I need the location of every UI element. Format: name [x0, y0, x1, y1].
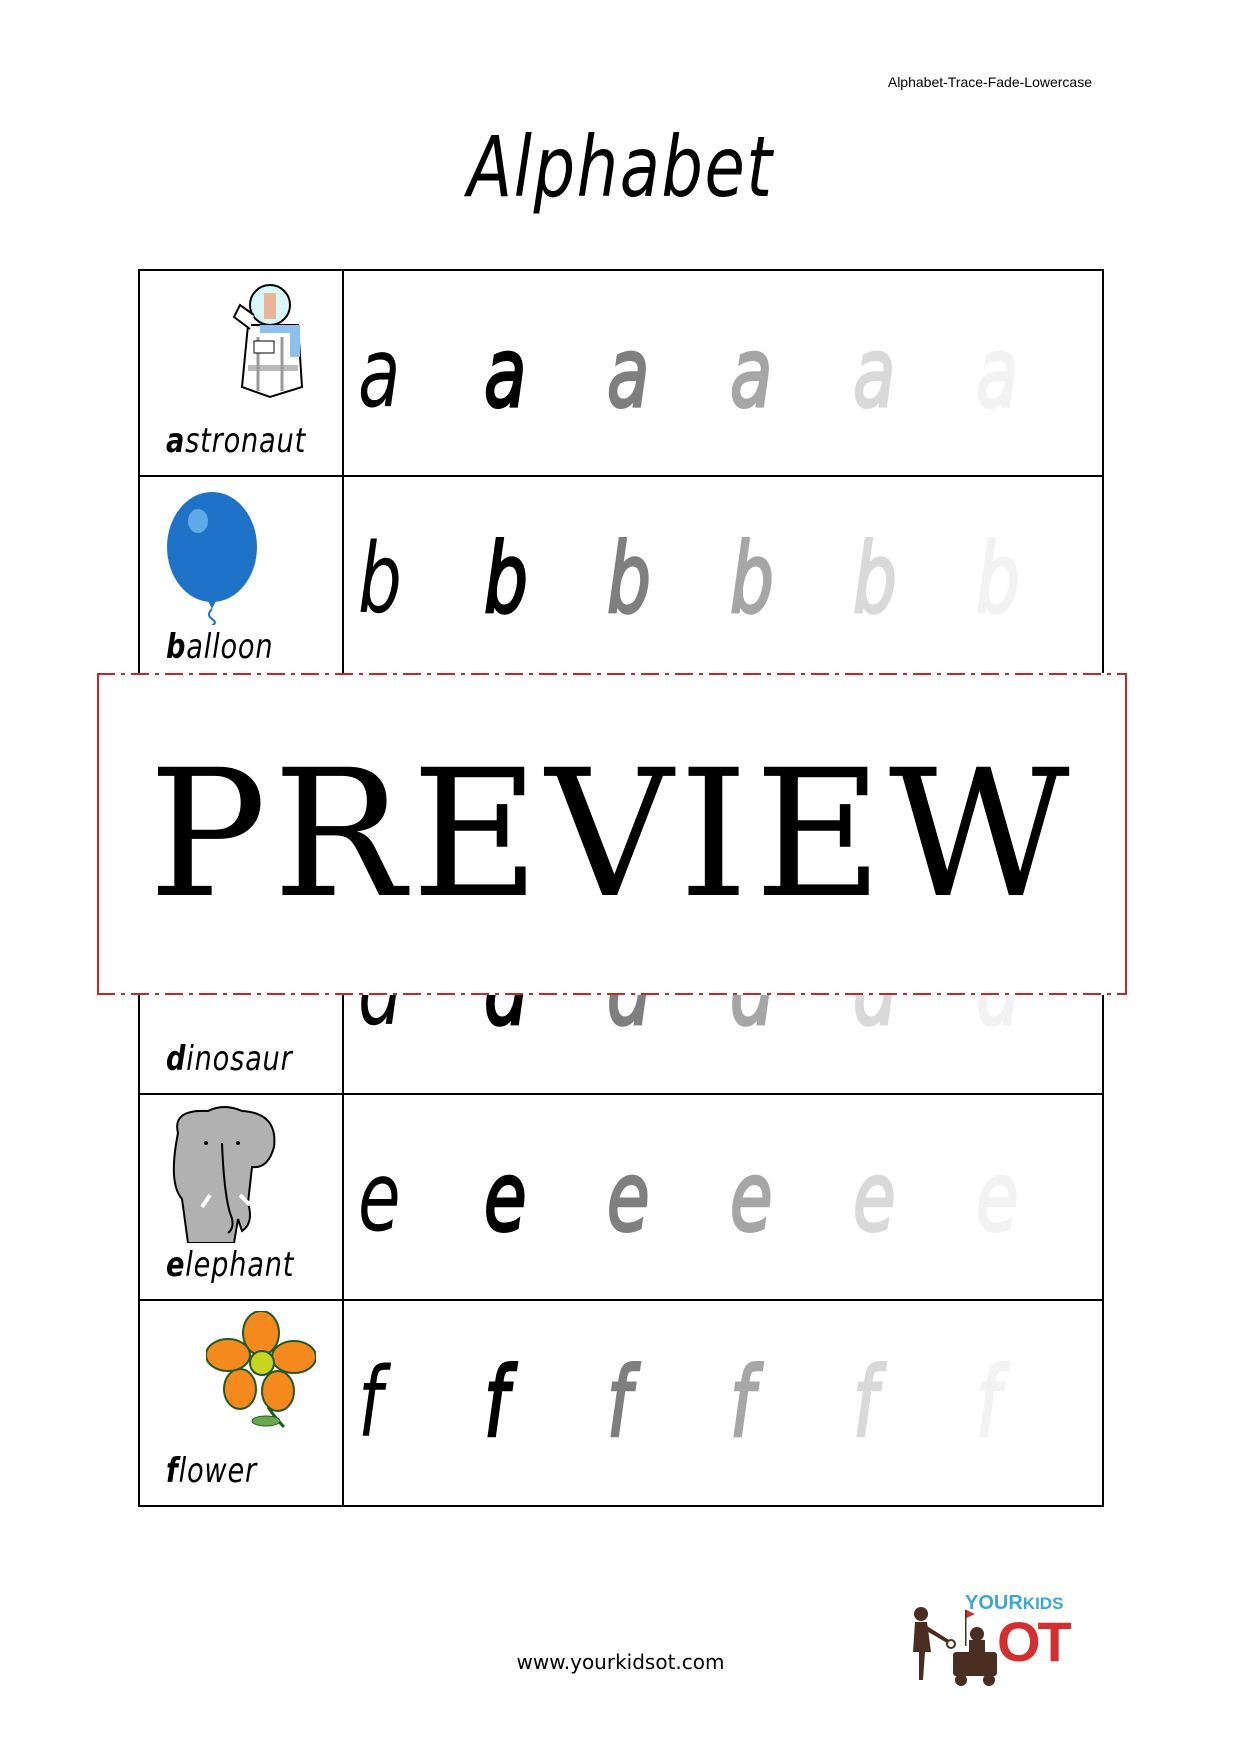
model-letter: f — [358, 1347, 383, 1459]
alphabet-row-b: balloon b b b b b b — [138, 475, 1104, 683]
preview-watermark: PREVIEW — [97, 673, 1127, 995]
picture-cell: elephant — [138, 1093, 344, 1301]
dotted-trace-letter[interactable]: b — [852, 530, 898, 629]
trace-letters: aaaaa — [483, 324, 1036, 423]
dotted-trace-letter[interactable]: b — [606, 530, 652, 629]
dotted-trace-letter[interactable]: f — [483, 1354, 527, 1453]
trace-cell: ffffff — [342, 1299, 1104, 1507]
picture-word: flower — [166, 1451, 257, 1491]
word-initial-letter: b — [166, 627, 187, 667]
model-letter: a — [358, 317, 401, 429]
dotted-trace-letter[interactable]: e — [483, 1148, 528, 1247]
model-letter: b — [358, 523, 402, 635]
flower-icon — [205, 1310, 317, 1435]
dotted-trace-letter[interactable]: e — [729, 1148, 774, 1247]
word-initial-letter: f — [166, 1451, 179, 1491]
trace-letters: bbbbb — [483, 530, 1036, 629]
alphabet-row-a: astronaut a a a a a a — [138, 269, 1104, 477]
elephant-icon — [158, 1103, 288, 1247]
alphabet-row-f: flower f f f f f f — [138, 1299, 1104, 1507]
dotted-trace-letter[interactable]: a — [852, 324, 897, 423]
dotted-trace-letter[interactable]: b — [975, 530, 1021, 629]
trace-cell: eeeeee — [342, 1093, 1104, 1301]
picture-word: dinosaur — [166, 1039, 293, 1079]
dotted-trace-letter[interactable]: a — [606, 324, 651, 423]
trace-letters: eeeee — [483, 1148, 1036, 1247]
document-id-label: Alphabet-Trace-Fade-Lowercase — [887, 74, 1092, 90]
page-title: Alphabet — [467, 118, 774, 216]
picture-cell: flower — [138, 1299, 344, 1507]
dotted-trace-letter[interactable]: f — [606, 1354, 650, 1453]
dotted-trace-letter[interactable]: e — [852, 1148, 897, 1247]
word-rest: inosaur — [186, 1039, 293, 1079]
word-initial-letter: d — [166, 1039, 187, 1079]
picture-word: elephant — [166, 1245, 294, 1285]
dotted-trace-letter[interactable]: b — [483, 530, 529, 629]
dotted-trace-letter[interactable]: b — [729, 530, 775, 629]
word-initial-letter: a — [166, 421, 186, 461]
dotted-trace-letter[interactable]: e — [606, 1148, 651, 1247]
picture-word: balloon — [166, 627, 273, 667]
preview-watermark-text: PREVIEW — [148, 731, 1076, 937]
balloon-icon — [160, 485, 270, 629]
dotted-trace-letter[interactable]: f — [852, 1354, 896, 1453]
picture-cell: astronaut — [138, 269, 344, 477]
word-rest: lephant — [185, 1245, 295, 1285]
trace-cell: bbbbbb — [342, 475, 1104, 683]
picture-word: astronaut — [166, 421, 306, 461]
dotted-trace-letter[interactable]: a — [729, 324, 774, 423]
word-initial-letter: e — [166, 1245, 186, 1285]
dotted-trace-letter[interactable]: f — [975, 1354, 1019, 1453]
dotted-trace-letter[interactable]: f — [729, 1354, 773, 1453]
trace-letters: fffff — [483, 1354, 1036, 1453]
trace-cell: aaaaaa — [342, 269, 1104, 477]
astronaut-icon — [220, 277, 320, 411]
word-rest: lower — [178, 1451, 257, 1491]
dotted-trace-letter[interactable]: a — [975, 324, 1020, 423]
picture-cell: balloon — [138, 475, 344, 683]
word-rest: alloon — [186, 627, 274, 667]
dotted-trace-letter[interactable]: a — [483, 324, 528, 423]
your-kids-ot-logo: YOURKIDS OT — [905, 1590, 1085, 1690]
model-letter: e — [358, 1141, 401, 1253]
dotted-trace-letter[interactable]: e — [975, 1148, 1020, 1247]
logo-text-ot: OT — [997, 1610, 1072, 1673]
word-rest: stronaut — [185, 421, 307, 461]
alphabet-row-e: elephant e e e e e e — [138, 1093, 1104, 1301]
